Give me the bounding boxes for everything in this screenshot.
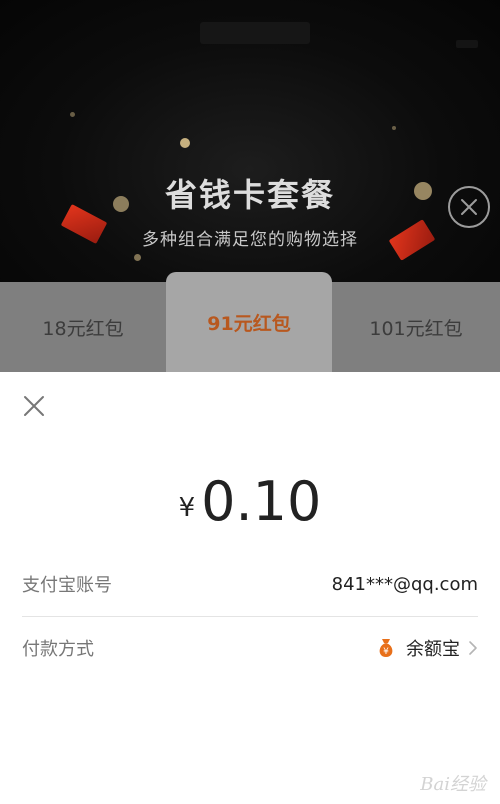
payment-method-value[interactable]: ¥ 余额宝 (374, 635, 478, 661)
option-91-yuan[interactable]: 91元红包 (166, 272, 332, 372)
sparkle-decoration (134, 254, 141, 261)
option-18-yuan[interactable]: 18元红包 (0, 282, 166, 372)
payment-sheet: ¥0.10 支付宝账号 841***@qq.com 付款方式 ¥ 余额宝 Bai… (0, 372, 500, 804)
payment-screen: 省钱卡套餐 多种组合满足您的购物选择 18元红包 91元红包 101元红包 ¥0… (0, 0, 500, 804)
money-bag-icon: ¥ (379, 639, 393, 657)
payment-amount: ¥0.10 (0, 470, 500, 533)
sparkle-decoration (392, 126, 396, 130)
currency-symbol: ¥ (178, 493, 196, 523)
promo-subtitle: 多种组合满足您的购物选择 (142, 230, 358, 250)
account-value: 841***@qq.com (331, 573, 478, 595)
sparkle-decoration (180, 138, 190, 148)
divider (22, 616, 478, 617)
option-label: 91元红包 (207, 312, 291, 335)
account-row: 支付宝账号 841***@qq.com (22, 554, 478, 614)
promo-banner: 省钱卡套餐 多种组合满足您的购物选择 (0, 0, 500, 282)
promo-title: 省钱卡套餐 (164, 176, 335, 214)
option-label: 18元红包 (42, 317, 124, 340)
payment-method-text: 余额宝 (406, 639, 460, 660)
option-label: 101元红包 (369, 317, 463, 340)
account-label: 支付宝账号 (22, 575, 112, 596)
option-101-yuan[interactable]: 101元红包 (332, 282, 500, 372)
promo-close-button[interactable] (448, 186, 490, 228)
watermark-logo: Bai经验 (420, 774, 486, 795)
sheet-close-button[interactable] (22, 394, 46, 418)
close-icon (24, 396, 44, 416)
close-icon (461, 199, 477, 215)
background-corner-placeholder (456, 40, 478, 48)
payment-method-row[interactable]: 付款方式 ¥ 余额宝 (22, 618, 478, 678)
package-options: 18元红包 91元红包 101元红包 (0, 272, 500, 372)
chevron-right-icon (469, 641, 477, 655)
amount-value: 0.10 (201, 470, 322, 533)
payment-method-label: 付款方式 (22, 639, 94, 660)
sparkle-decoration (70, 112, 75, 117)
background-header-placeholder (200, 22, 310, 44)
svg-text:¥: ¥ (383, 647, 389, 657)
